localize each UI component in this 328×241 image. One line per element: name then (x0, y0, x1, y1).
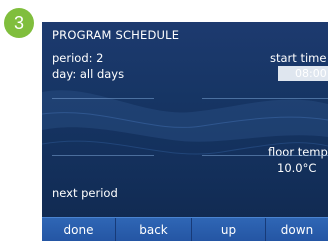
step-number-badge: 3 (4, 8, 34, 38)
start-time-value[interactable]: 08:00 (278, 66, 328, 81)
divider (52, 98, 154, 99)
divider (202, 155, 328, 156)
divider (52, 155, 154, 156)
screen-title: PROGRAM SCHEDULE (52, 28, 180, 42)
start-time-label: start time (270, 51, 327, 65)
next-period-label: next period (52, 186, 118, 200)
softkey-bar: done back up down (42, 217, 328, 241)
floor-temp-value[interactable]: 10.0°C (277, 161, 316, 175)
done-button[interactable]: done (42, 218, 116, 241)
back-button[interactable]: back (116, 218, 192, 241)
divider (202, 98, 328, 99)
down-button[interactable]: down (266, 218, 328, 241)
thermostat-display: PROGRAM SCHEDULE period: 2 day: all days… (42, 22, 328, 241)
day-label: day: all days (52, 67, 125, 81)
floor-temp-label: floor temp (268, 145, 328, 159)
up-button[interactable]: up (192, 218, 266, 241)
period-label: period: 2 (52, 51, 104, 65)
